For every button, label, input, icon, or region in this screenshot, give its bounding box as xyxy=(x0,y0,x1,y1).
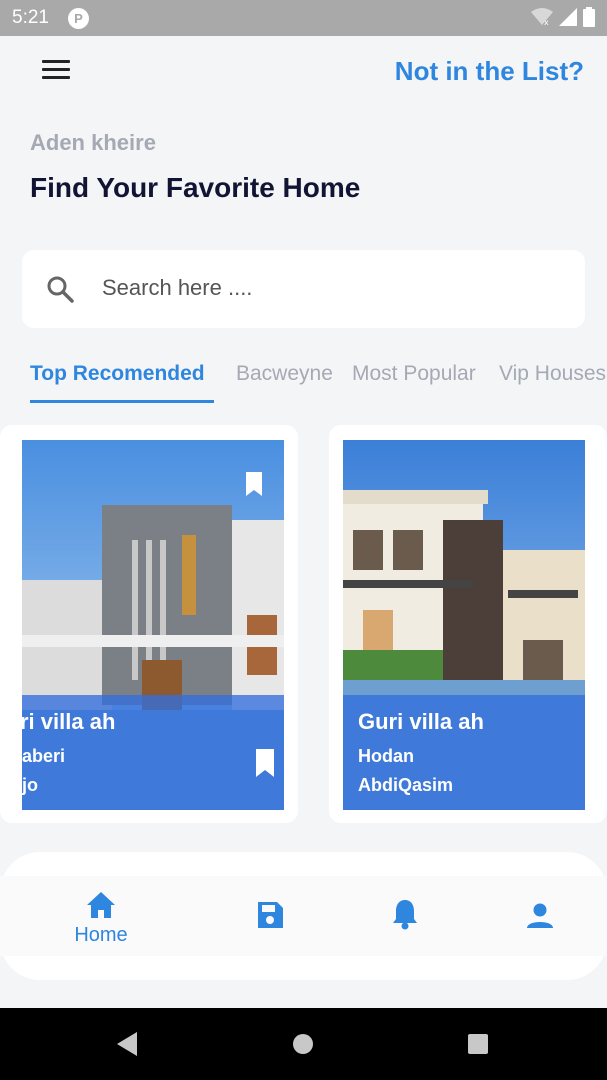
card-owner: jo xyxy=(22,775,38,795)
bell-icon xyxy=(393,900,417,930)
home-icon xyxy=(87,892,115,918)
search-icon xyxy=(47,276,74,303)
house-card[interactable]: Guri villa ah Hodan AbdiQasim xyxy=(329,425,607,823)
person-icon xyxy=(527,903,553,928)
bookmark-icon[interactable] xyxy=(254,749,276,777)
notification-app-icon: P xyxy=(68,8,89,29)
recents-icon[interactable] xyxy=(467,1033,489,1055)
menu-button[interactable] xyxy=(42,60,72,84)
nav-notifications[interactable] xyxy=(385,876,425,956)
system-nav-bar xyxy=(0,1008,607,1080)
not-in-list-link[interactable]: Not in the List? xyxy=(395,56,584,87)
status-icons: x xyxy=(531,7,595,27)
tab-top-recomended[interactable]: Top Recomended xyxy=(30,362,205,386)
nav-home-label: Home xyxy=(74,924,128,946)
card-title: ri villa ah xyxy=(20,709,116,734)
home-circle-icon[interactable] xyxy=(292,1033,314,1055)
tab-vip-houses[interactable]: Vip Houses xyxy=(499,362,606,386)
card-info-overlay: Guri villa ah Hodan AbdiQasim xyxy=(343,695,585,810)
bottom-nav: Home xyxy=(0,876,607,956)
house-card[interactable]: ri villa ah aberi jo xyxy=(0,425,298,823)
save-icon xyxy=(258,902,283,928)
search-input[interactable] xyxy=(102,268,562,308)
bookmark-icon[interactable] xyxy=(244,472,264,496)
active-tab-indicator xyxy=(30,400,214,403)
search-box[interactable] xyxy=(22,250,585,328)
battery-icon xyxy=(583,7,595,27)
tab-most-popular[interactable]: Most Popular xyxy=(352,362,476,386)
user-name: Aden kheire xyxy=(30,130,156,155)
card-info-overlay: ri villa ah aberi jo xyxy=(20,695,284,810)
card-location: aberi xyxy=(22,746,66,766)
card-location: Hodan xyxy=(358,746,414,766)
card-title: Guri villa ah xyxy=(358,709,484,734)
svg-text:x: x xyxy=(544,18,549,26)
card-owner: AbdiQasim xyxy=(358,775,454,795)
status-bar: 5:21 P x xyxy=(0,0,607,36)
nav-home[interactable]: Home xyxy=(60,876,142,956)
wifi-icon: x xyxy=(531,8,553,26)
signal-icon xyxy=(559,8,577,26)
status-time: 5:21 xyxy=(12,7,49,28)
tab-bacweyne[interactable]: Bacweyne xyxy=(236,362,333,386)
page-title: Find Your Favorite Home xyxy=(30,172,361,203)
back-icon[interactable] xyxy=(115,1031,139,1057)
screen: 5:21 P x Not in the List? Aden kheire Fi… xyxy=(0,0,607,1080)
nav-saved[interactable] xyxy=(250,876,290,956)
nav-profile[interactable] xyxy=(520,876,560,956)
hamburger-menu-icon xyxy=(42,60,70,63)
